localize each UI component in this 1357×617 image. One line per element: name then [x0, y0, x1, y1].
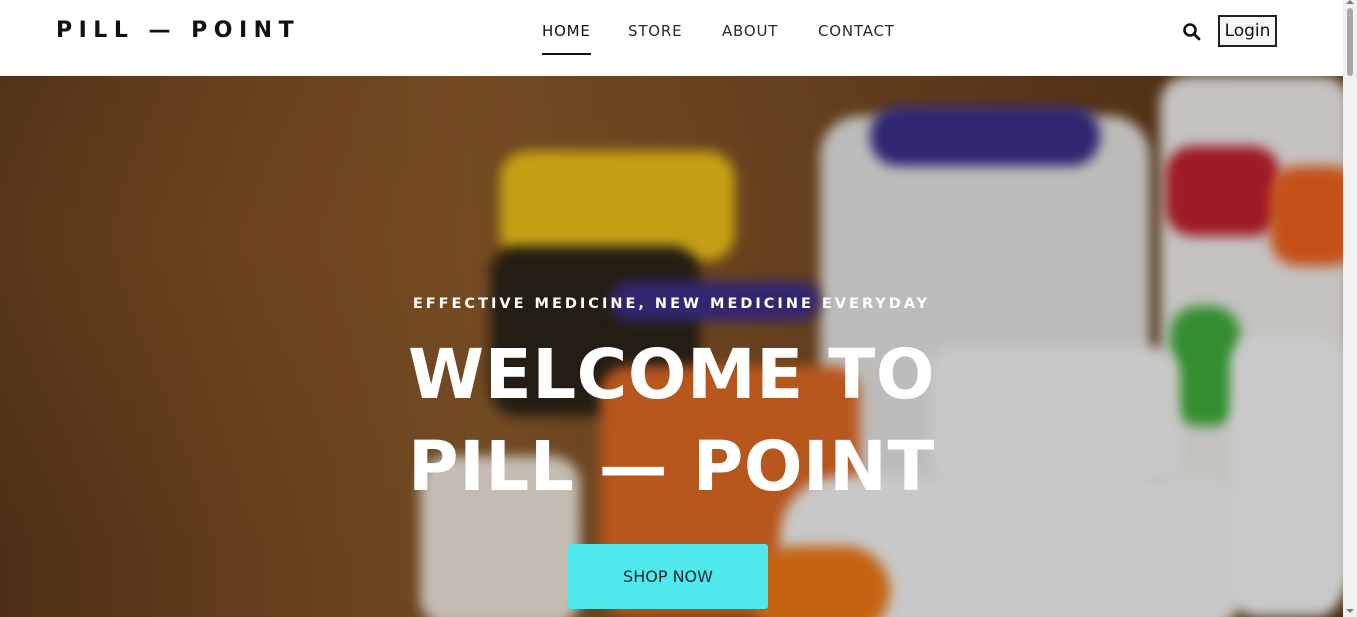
nav-store[interactable]: STORE	[628, 20, 682, 42]
main-nav: HOME STORE ABOUT CONTACT	[0, 20, 1343, 60]
search-icon[interactable]	[1182, 22, 1202, 42]
nav-about[interactable]: ABOUT	[722, 20, 778, 42]
login-button[interactable]: Login	[1218, 15, 1277, 47]
nav-home[interactable]: HOME	[542, 20, 591, 55]
hero-headline: WELCOME TO PILL — POINT	[0, 329, 1343, 513]
nav-contact[interactable]: CONTACT	[818, 20, 895, 42]
top-navbar: PILL — POINT HOME STORE ABOUT CONTACT Lo…	[0, 0, 1343, 76]
hero-headline-line2: PILL — POINT	[408, 427, 935, 507]
shop-now-button[interactable]: SHOP NOW	[568, 544, 768, 609]
hero-tagline: EFFECTIVE MEDICINE, NEW MEDICINE EVERYDA…	[412, 296, 931, 312]
hero-banner: EFFECTIVE MEDICINE, NEW MEDICINE EVERYDA…	[0, 76, 1343, 617]
page-scrollbar[interactable]	[1343, 0, 1357, 617]
scrollbar-thumb[interactable]	[1347, 8, 1353, 76]
scroll-up-arrow-icon[interactable]	[1346, 0, 1354, 4]
hero-headline-line1: WELCOME TO	[407, 335, 936, 415]
scroll-down-arrow-icon[interactable]	[1346, 609, 1354, 613]
